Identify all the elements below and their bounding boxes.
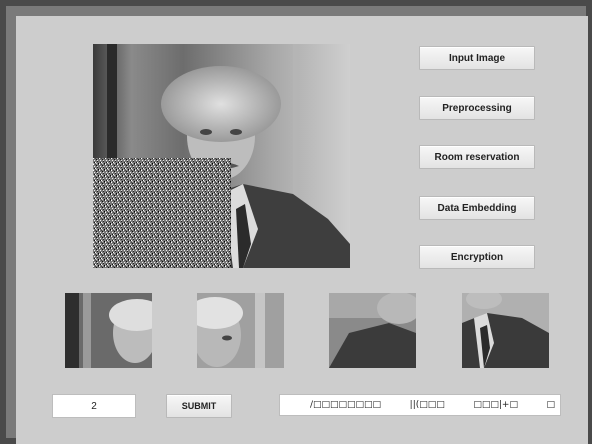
image-tile-4 xyxy=(462,293,549,368)
image-tile-1 xyxy=(65,293,152,368)
room-reservation-button[interactable]: Room reservation xyxy=(419,145,535,169)
main-image xyxy=(93,44,350,268)
encryption-button[interactable]: Encryption xyxy=(419,245,535,269)
image-tile-3 xyxy=(329,293,416,368)
input-image-button[interactable]: Input Image xyxy=(419,46,535,70)
preprocessing-button[interactable]: Preprocessing xyxy=(419,96,535,120)
output-text-field[interactable]: /□□□□□□□□ ||(□□□ □□□|+□ □ xyxy=(279,394,561,416)
main-panel: Input Image Preprocessing Room reservati… xyxy=(16,16,588,444)
block-value-input[interactable]: 2 xyxy=(52,394,136,418)
image-tile-2 xyxy=(197,293,284,368)
submit-button[interactable]: SUBMIT xyxy=(166,394,232,418)
data-embedding-button[interactable]: Data Embedding xyxy=(419,196,535,220)
